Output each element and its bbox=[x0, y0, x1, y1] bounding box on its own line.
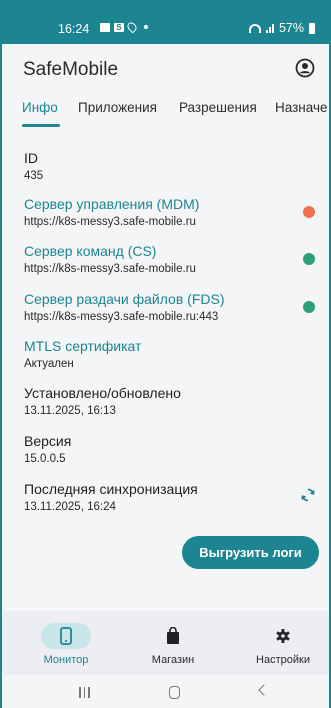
installed-value: 13.11.2025, 16:13 bbox=[24, 405, 116, 417]
info-version: Версия 15.0.0.5 bbox=[24, 433, 319, 465]
gear-icon bbox=[276, 629, 290, 643]
battery-percent: 57% bbox=[278, 21, 304, 35]
status-time: 16:24 bbox=[58, 22, 90, 36]
status-bar: 16:24 S 57% bbox=[2, 0, 329, 44]
version-label: Версия bbox=[24, 433, 72, 449]
id-label: ID bbox=[24, 150, 38, 166]
signal-icon bbox=[265, 23, 274, 33]
fds-label: Сервер раздачи файлов (FDS) bbox=[24, 291, 225, 307]
nav-settings[interactable]: Настройки bbox=[228, 611, 329, 675]
nav-settings-label: Настройки bbox=[256, 654, 310, 666]
info-fds-server: Сервер раздачи файлов (FDS) https://k8s-… bbox=[24, 291, 319, 323]
recent-apps-icon[interactable] bbox=[79, 687, 90, 698]
mtls-label: MTLS сертификат bbox=[24, 338, 142, 354]
nav-store[interactable]: Магазин bbox=[118, 611, 228, 675]
app-title: SafeMobile bbox=[23, 59, 119, 80]
info-last-sync: Последняя синхронизация 13.11.2025, 16:2… bbox=[24, 481, 319, 513]
shopping-bag-icon bbox=[167, 627, 179, 644]
mdm-value: https://k8s-messy3.safe-mobile.ru bbox=[24, 216, 196, 228]
active-tab-indicator bbox=[22, 124, 60, 127]
phone-icon bbox=[60, 627, 72, 645]
info-cs-server: Сервер команд (CS) https://k8s-messy3.sa… bbox=[24, 243, 319, 275]
info-id: ID 435 bbox=[24, 150, 319, 182]
nav-monitor-label: Монитор bbox=[43, 654, 89, 666]
battery-icon bbox=[309, 22, 315, 34]
upload-logs-button[interactable]: Выгрузить логи bbox=[182, 536, 319, 569]
cs-value: https://k8s-messy3.safe-mobile.ru bbox=[24, 263, 196, 275]
version-value: 15.0.0.5 bbox=[24, 453, 66, 465]
info-mdm-server: Сервер управления (MDM) https://k8s-mess… bbox=[24, 196, 319, 228]
account-icon[interactable] bbox=[295, 58, 315, 78]
home-icon[interactable] bbox=[169, 686, 180, 699]
cs-label: Сервер команд (CS) bbox=[24, 243, 157, 259]
installed-label: Установлено/обновлено bbox=[24, 385, 181, 401]
mtls-value: Актуален bbox=[24, 358, 74, 370]
tab-permissions[interactable]: Разрешения bbox=[179, 100, 257, 115]
back-icon[interactable] bbox=[258, 684, 270, 696]
wifi-icon bbox=[248, 23, 261, 33]
system-indicators: 57% bbox=[248, 21, 315, 35]
info-installed: Установлено/обновлено 13.11.2025, 16:13 bbox=[24, 385, 319, 417]
nav-store-label: Магазин bbox=[151, 654, 195, 666]
id-value: 435 bbox=[24, 170, 44, 182]
mdm-label: Сервер управления (MDM) bbox=[24, 196, 200, 212]
nav-monitor[interactable]: Монитор bbox=[11, 611, 121, 675]
location-icon bbox=[125, 20, 139, 34]
more-dot-icon bbox=[144, 25, 148, 29]
safemobile-notification-icon: S bbox=[114, 22, 124, 32]
notification-icons: S bbox=[100, 20, 148, 34]
sync-icon[interactable] bbox=[300, 487, 316, 503]
bottom-nav: Монитор Магазин Настройки bbox=[2, 611, 329, 675]
mdm-status-dot bbox=[303, 206, 315, 218]
message-icon bbox=[100, 22, 110, 32]
system-nav-bar bbox=[2, 675, 329, 708]
cs-status-dot bbox=[303, 253, 315, 265]
tab-assignments[interactable]: Назначе bbox=[275, 100, 328, 115]
tab-info[interactable]: Инфо bbox=[22, 100, 58, 115]
fds-value: https://k8s-messy3.safe-mobile.ru:443 bbox=[24, 311, 219, 323]
fds-status-dot bbox=[303, 301, 315, 313]
tab-apps[interactable]: Приложения bbox=[78, 100, 157, 115]
tab-bar: Инфо Приложения Разрешения Назначе bbox=[2, 94, 329, 128]
last-sync-label: Последняя синхронизация bbox=[24, 481, 198, 497]
info-mtls: MTLS сертификат Актуален bbox=[24, 338, 319, 370]
last-sync-value: 13.11.2025, 16:24 bbox=[24, 501, 116, 513]
app-bar: SafeMobile bbox=[2, 44, 329, 94]
app-frame: 16:24 S 57% SafeMobile Инфо Приложения Р… bbox=[0, 0, 331, 708]
